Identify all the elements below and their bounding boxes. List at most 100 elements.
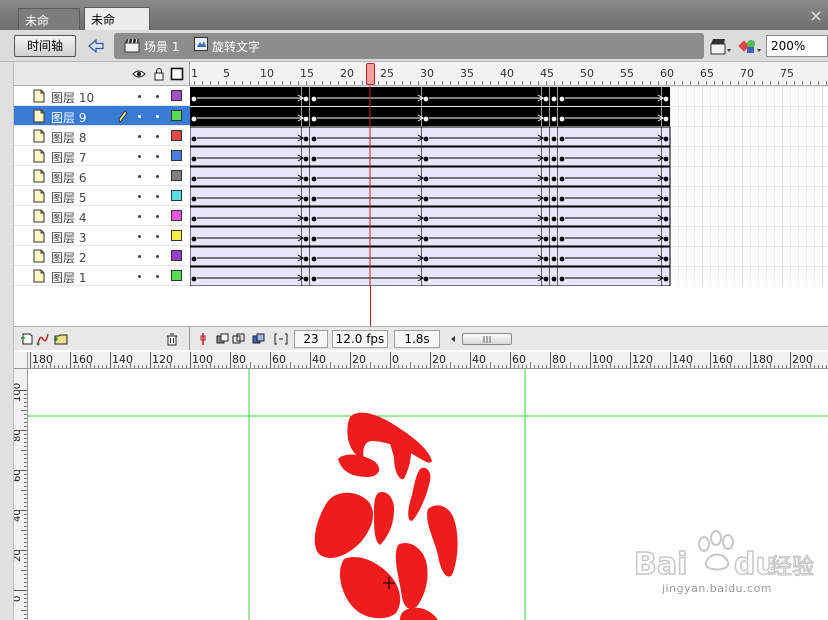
horizontal-ruler[interactable]: 180 160 140 120 100 80 60 40 20 0 20 40 60 80 100 120 14… (28, 352, 828, 369)
frame-rate-field[interactable]: 12.0 fps (332, 330, 388, 348)
frame-grid[interactable] (190, 86, 828, 286)
layer-row[interactable]: 图层 5 (14, 186, 190, 206)
lock-toggle[interactable] (156, 215, 159, 218)
horizontal-scrollbar-thumb[interactable] (462, 333, 512, 345)
outline-color-swatch[interactable] (171, 150, 182, 161)
lock-toggle[interactable] (156, 115, 159, 118)
back-arrow-icon[interactable] (86, 36, 106, 56)
layer-row[interactable]: 图层 9 (14, 106, 190, 126)
ruler-minor-tick (24, 566, 27, 567)
layer-row[interactable]: 图层 10 (14, 86, 190, 106)
ruler-minor-tick (98, 365, 99, 368)
lock-toggle[interactable] (156, 135, 159, 138)
ruler-major-tick (350, 352, 351, 368)
lock-icon[interactable] (152, 67, 166, 81)
layer-row[interactable]: 图层 4 (14, 206, 190, 226)
frame-number: 60 (660, 67, 674, 80)
breadcrumb-scene[interactable]: 场景 1 (144, 38, 179, 55)
ruler-major-tick (390, 352, 391, 368)
ruler-minor-tick (702, 365, 703, 368)
modify-onion-markers-icon[interactable] (274, 332, 288, 346)
layer-row[interactable]: 图层 8 (14, 126, 190, 146)
visibility-toggle[interactable] (138, 255, 141, 258)
outline-color-swatch[interactable] (171, 170, 182, 181)
playhead[interactable] (366, 63, 375, 85)
visibility-toggle[interactable] (138, 195, 141, 198)
layer-name[interactable]: 图层 1 (51, 269, 86, 286)
visibility-toggle[interactable] (138, 135, 141, 138)
layer-row[interactable]: 图层 7 (14, 146, 190, 166)
outline-color-swatch[interactable] (171, 90, 182, 101)
lock-toggle[interactable] (156, 255, 159, 258)
layer-name[interactable]: 图层 9 (51, 109, 86, 126)
breadcrumb-symbol[interactable]: 旋转文字 (212, 38, 260, 55)
edit-symbol-icon[interactable] (738, 36, 762, 56)
layer-row[interactable]: 图层 3 (14, 226, 190, 246)
outline-color-swatch[interactable] (171, 130, 182, 141)
edit-scene-icon[interactable] (710, 36, 732, 56)
outline-color-swatch[interactable] (171, 110, 182, 121)
center-frame-icon[interactable] (196, 332, 210, 346)
ruler-minor-tick (122, 365, 123, 368)
ruler-minor-tick (298, 365, 299, 368)
outline-color-swatch[interactable] (171, 270, 182, 281)
layer-name[interactable]: 图层 5 (51, 189, 86, 206)
visibility-toggle[interactable] (138, 275, 141, 278)
layer-folder-icon[interactable] (54, 332, 68, 346)
visibility-toggle[interactable] (138, 215, 141, 218)
ruler-minor-tick (24, 602, 27, 603)
ruler-tick (538, 81, 539, 85)
ruler-tick (426, 81, 427, 85)
layer-name[interactable]: 图层 10 (51, 89, 94, 106)
vertical-ruler[interactable]: 100 80 60 40 20 0 (14, 369, 28, 620)
insert-layer-icon[interactable] (20, 332, 34, 346)
layer-name[interactable]: 图层 4 (51, 209, 86, 226)
ruler-minor-tick (202, 365, 203, 368)
layer-name[interactable]: 图层 7 (51, 149, 86, 166)
scroll-left-icon[interactable] (448, 332, 458, 346)
outline-icon[interactable] (170, 67, 184, 81)
motion-guide-icon[interactable] (36, 332, 50, 346)
keyframe-dot (423, 116, 429, 122)
doc-tab-untitled-2[interactable]: 未命名-2* (84, 7, 150, 44)
layer-row[interactable]: 图层 1 (14, 266, 190, 286)
ruler-major-tick (14, 470, 27, 471)
calligraphy-character-artwork[interactable] (314, 412, 458, 620)
lock-toggle[interactable] (156, 155, 159, 158)
outline-color-swatch[interactable] (171, 250, 182, 261)
frame-ruler[interactable]: 1 5 10 15 20 25 30 35 40 45 50 55 60 65 70 75 (190, 62, 828, 86)
timeline-toggle-button[interactable]: 时间轴 (14, 35, 76, 57)
eye-icon[interactable] (132, 67, 146, 81)
zoom-select[interactable]: 200% (766, 35, 828, 57)
outline-color-swatch[interactable] (171, 230, 182, 241)
visibility-toggle[interactable] (138, 175, 141, 178)
lock-toggle[interactable] (156, 235, 159, 238)
layer-row[interactable]: 图层 2 (14, 246, 190, 266)
trash-icon[interactable] (165, 332, 179, 346)
visibility-toggle[interactable] (138, 155, 141, 158)
close-icon[interactable] (810, 10, 822, 22)
edit-multiple-frames-icon[interactable] (252, 332, 266, 346)
ruler-minor-tick (24, 482, 27, 483)
doc-tab-untitled-1[interactable]: 未命名-1* (18, 8, 80, 45)
layer-row[interactable]: 图层 6 (14, 166, 190, 186)
lock-toggle[interactable] (156, 175, 159, 178)
visibility-toggle[interactable] (138, 95, 141, 98)
visibility-toggle[interactable] (138, 235, 141, 238)
outline-color-swatch[interactable] (171, 190, 182, 201)
layer-name[interactable]: 图层 8 (51, 129, 86, 146)
keyframe-dot (663, 176, 669, 182)
layer-name[interactable]: 图层 2 (51, 249, 86, 266)
onion-skin-icon[interactable] (216, 332, 230, 346)
layer-name[interactable]: 图层 3 (51, 229, 86, 246)
ruler-tick (362, 81, 363, 85)
outline-color-swatch[interactable] (171, 210, 182, 221)
onion-skin-outlines-icon[interactable] (232, 332, 246, 346)
layer-name[interactable]: 图层 6 (51, 169, 86, 186)
lock-toggle[interactable] (156, 95, 159, 98)
lock-toggle[interactable] (156, 275, 159, 278)
ruler-minor-tick (24, 498, 27, 499)
visibility-toggle[interactable] (138, 115, 141, 118)
lock-toggle[interactable] (156, 195, 159, 198)
ruler-minor-tick (24, 522, 27, 523)
